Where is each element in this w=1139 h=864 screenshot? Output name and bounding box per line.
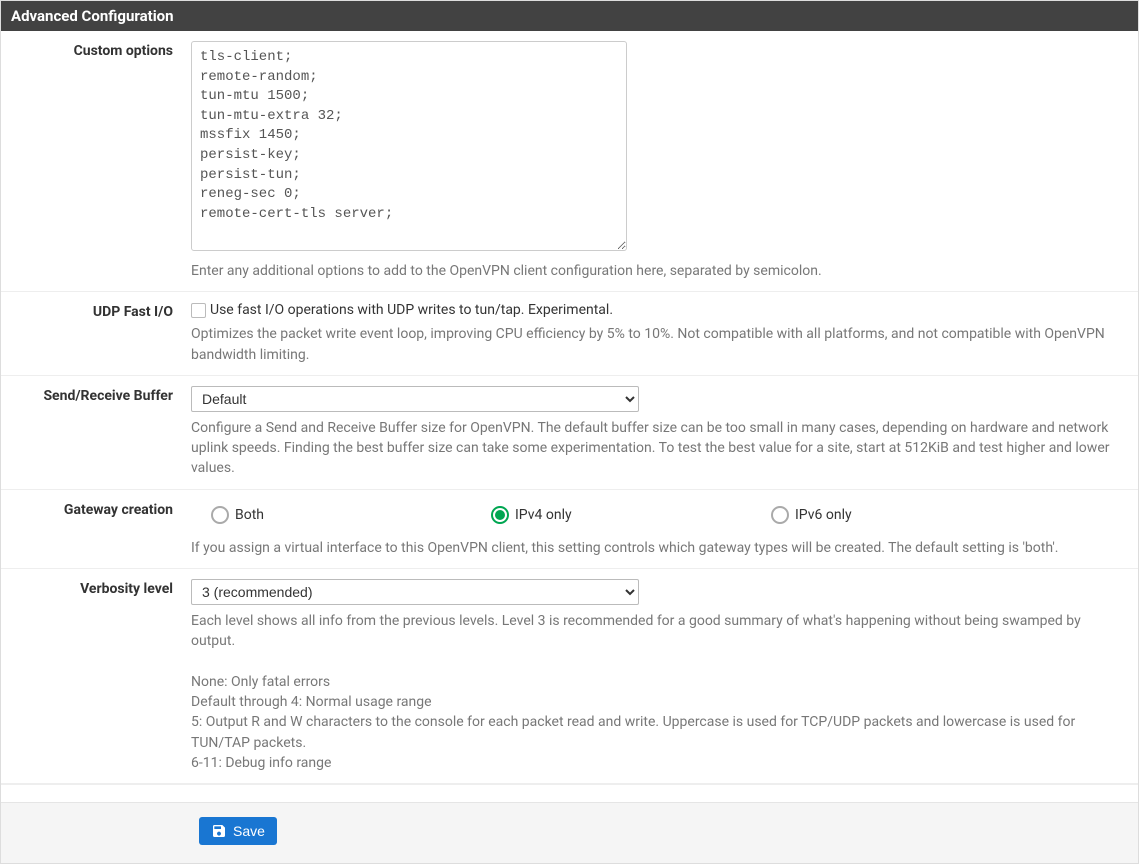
custom-options-row: Custom options Enter any additional opti… bbox=[1, 31, 1138, 292]
verbosity-help-line: 5: Output R and W characters to the cons… bbox=[191, 712, 1128, 753]
verbosity-level-row: Verbosity level 3 (recommended) Each lev… bbox=[1, 569, 1138, 784]
udp-fast-io-help: Optimizes the packet write event loop, i… bbox=[191, 324, 1128, 365]
verbosity-level-help: Each level shows all info from the previ… bbox=[191, 611, 1128, 773]
form-footer: Save bbox=[1, 802, 1138, 863]
custom-options-help: Enter any additional options to add to t… bbox=[191, 261, 1128, 281]
save-icon bbox=[211, 823, 227, 839]
gateway-radio-both-label: Both bbox=[235, 507, 264, 523]
send-receive-buffer-label: Send/Receive Buffer bbox=[11, 386, 191, 479]
gateway-radio-ipv4-input[interactable] bbox=[491, 506, 509, 524]
udp-fast-io-label: UDP Fast I/O bbox=[11, 302, 191, 365]
udp-fast-io-checkbox[interactable] bbox=[191, 303, 206, 318]
udp-fast-io-row: UDP Fast I/O Use fast I/O operations wit… bbox=[1, 292, 1138, 376]
save-button-label: Save bbox=[233, 823, 265, 839]
send-receive-buffer-select[interactable]: Default bbox=[191, 386, 639, 412]
send-receive-buffer-row: Send/Receive Buffer Default Configure a … bbox=[1, 376, 1138, 490]
verbosity-help-line: Default through 4: Normal usage range bbox=[191, 692, 1128, 712]
gateway-radio-ipv6[interactable]: IPv6 only bbox=[771, 506, 852, 524]
custom-options-textarea[interactable] bbox=[191, 41, 627, 251]
gateway-creation-radios: Both IPv4 only IPv6 only bbox=[191, 506, 1128, 524]
verbosity-level-select[interactable]: 3 (recommended) bbox=[191, 579, 639, 605]
gateway-radio-both[interactable]: Both bbox=[211, 506, 491, 524]
gateway-radio-ipv4[interactable]: IPv4 only bbox=[491, 506, 771, 524]
gateway-creation-help: If you assign a virtual interface to thi… bbox=[191, 538, 1128, 558]
panel-title: Advanced Configuration bbox=[1, 1, 1138, 31]
gateway-radio-ipv6-input[interactable] bbox=[771, 506, 789, 524]
custom-options-label: Custom options bbox=[11, 41, 191, 281]
save-button[interactable]: Save bbox=[199, 817, 277, 845]
verbosity-level-label: Verbosity level bbox=[11, 579, 191, 773]
gateway-creation-row: Gateway creation Both IPv4 only IPv6 onl… bbox=[1, 490, 1138, 569]
udp-fast-io-checkbox-wrapper[interactable]: Use fast I/O operations with UDP writes … bbox=[191, 302, 1128, 318]
gateway-radio-ipv6-label: IPv6 only bbox=[795, 507, 852, 523]
verbosity-help-main: Each level shows all info from the previ… bbox=[191, 611, 1128, 652]
verbosity-help-line: 6-11: Debug info range bbox=[191, 753, 1128, 773]
gateway-radio-both-input[interactable] bbox=[211, 506, 229, 524]
gateway-radio-ipv4-label: IPv4 only bbox=[515, 507, 572, 523]
advanced-configuration-panel: Advanced Configuration Custom options En… bbox=[0, 0, 1139, 864]
spacer-row bbox=[1, 784, 1138, 802]
verbosity-help-line: None: Only fatal errors bbox=[191, 672, 1128, 692]
udp-fast-io-checkbox-label: Use fast I/O operations with UDP writes … bbox=[210, 302, 613, 318]
gateway-creation-label: Gateway creation bbox=[11, 500, 191, 558]
send-receive-buffer-help: Configure a Send and Receive Buffer size… bbox=[191, 418, 1128, 479]
